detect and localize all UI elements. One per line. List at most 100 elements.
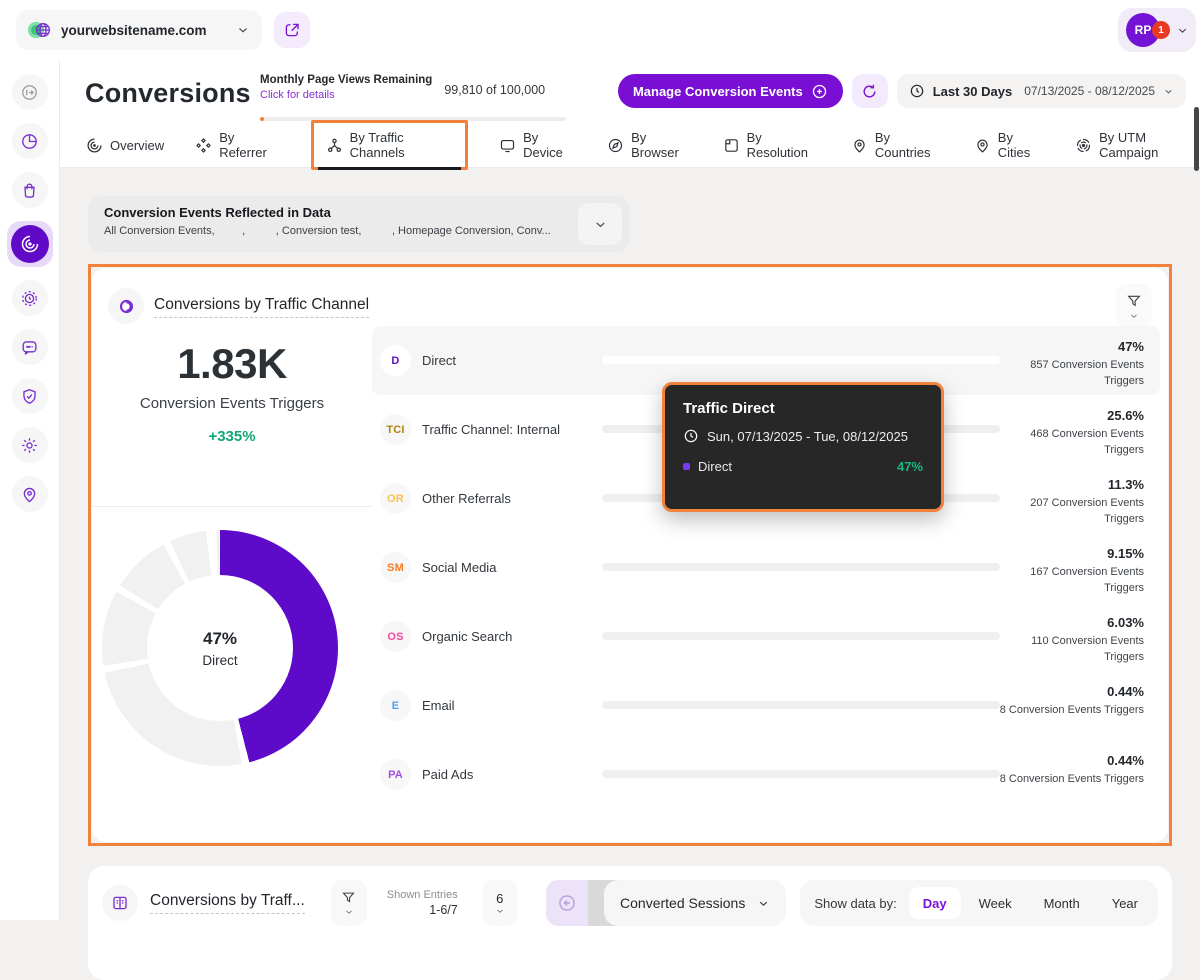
summary-stats: 1.83K Conversion Events Triggers +335% bbox=[92, 340, 372, 445]
granularity-week[interactable]: Week bbox=[965, 887, 1026, 919]
total-label: Conversion Events Triggers bbox=[92, 395, 372, 412]
channel-row-paid-ads[interactable]: PA Paid Ads 0.44% 8 Conversion Events Tr… bbox=[372, 740, 1160, 809]
sidebar-item-session-recordings[interactable] bbox=[12, 280, 48, 316]
channel-row-social-media[interactable]: SM Social Media 9.15% 167 Conversion Eve… bbox=[372, 533, 1160, 602]
manage-conversion-events-button[interactable]: Manage Conversion Events bbox=[618, 74, 843, 108]
sidebar-item-dashboard[interactable] bbox=[12, 123, 48, 159]
tab-by-traffic-channels[interactable]: By Traffic Channels bbox=[326, 130, 453, 160]
chevron-down-icon bbox=[495, 906, 505, 916]
granularity-month[interactable]: Month bbox=[1030, 887, 1094, 919]
banner-subtitle: All Conversion Events, , , Conversion te… bbox=[104, 225, 551, 237]
device-icon bbox=[499, 137, 516, 154]
collapse-icon bbox=[20, 83, 39, 102]
tab-by-referrer[interactable]: By Referrer bbox=[195, 130, 279, 160]
date-range-label: Last 30 Days bbox=[933, 84, 1013, 99]
donut-chart-icon bbox=[108, 288, 144, 324]
mpv-value: 99,810 of 100,000 bbox=[444, 83, 545, 101]
notification-badge: 1 bbox=[1152, 21, 1170, 39]
chevron-down-icon bbox=[1129, 311, 1139, 321]
channel-badge: OS bbox=[380, 621, 411, 652]
sidebar-item-ecommerce[interactable] bbox=[12, 172, 48, 208]
metric-select[interactable]: Converted Sessions bbox=[604, 880, 786, 926]
sidebar-item-settings[interactable] bbox=[12, 427, 48, 463]
mpv-label: Monthly Page Views Remaining bbox=[260, 74, 432, 86]
tooltip-series-label: Direct bbox=[698, 459, 732, 474]
chevron-down-icon bbox=[757, 897, 770, 910]
arrow-left-circle-icon bbox=[557, 893, 577, 913]
sidebar-item-conversions[interactable] bbox=[7, 221, 53, 267]
chevron-down-icon bbox=[236, 23, 250, 37]
chevron-down-icon bbox=[1163, 86, 1174, 97]
prev-page-button[interactable] bbox=[546, 880, 588, 926]
channel-label: Email bbox=[422, 698, 455, 713]
external-link-icon bbox=[283, 21, 301, 39]
conversions-table-card: Conversions by Traff... Shown Entries 1-… bbox=[88, 866, 1172, 980]
referrer-icon bbox=[195, 137, 212, 154]
user-menu[interactable]: RP 1 bbox=[1118, 8, 1196, 52]
tab-by-browser[interactable]: By Browser bbox=[607, 130, 691, 160]
channel-badge: D bbox=[380, 345, 411, 376]
tooltip-series-row: Direct 47% bbox=[683, 459, 923, 474]
table-filter-button[interactable] bbox=[331, 880, 367, 926]
refresh-button[interactable] bbox=[852, 74, 888, 108]
banner-expand-button[interactable] bbox=[578, 203, 622, 245]
page-size-select[interactable]: 6 bbox=[482, 880, 518, 926]
tab-overview[interactable]: Overview bbox=[86, 137, 164, 154]
scrollbar-thumb[interactable] bbox=[1194, 107, 1199, 171]
browser-icon bbox=[607, 137, 624, 154]
granularity-day[interactable]: Day bbox=[909, 887, 961, 919]
channel-row-organic-search[interactable]: OS Organic Search 6.03% 110 Conversion E… bbox=[372, 602, 1160, 671]
channel-stats: 9.15% 167 Conversion Events Triggers bbox=[994, 545, 1144, 596]
channel-stats: 0.44% 8 Conversion Events Triggers bbox=[994, 752, 1144, 788]
channel-stats: 0.44% 8 Conversion Events Triggers bbox=[994, 683, 1144, 719]
mpv-details-link[interactable]: Click for details bbox=[260, 89, 432, 101]
channel-label: Other Referrals bbox=[422, 491, 511, 506]
date-range-value: 07/13/2025 - 08/12/2025 bbox=[1024, 84, 1155, 98]
channel-badge: OR bbox=[380, 483, 411, 514]
chart-filter-button[interactable] bbox=[1116, 284, 1152, 330]
map-pin-icon bbox=[20, 485, 39, 504]
divider bbox=[92, 506, 372, 507]
funnel-icon bbox=[341, 890, 356, 905]
open-website-button[interactable] bbox=[274, 12, 310, 48]
page-title: Conversions bbox=[85, 78, 251, 109]
tab-by-cities[interactable]: By Cities bbox=[974, 130, 1044, 160]
refresh-icon bbox=[861, 83, 878, 100]
website-favicon-icon bbox=[28, 20, 52, 40]
conversion-events-banner: Conversion Events Reflected in Data All … bbox=[88, 196, 630, 252]
shield-check-icon bbox=[20, 387, 39, 406]
clock-icon bbox=[683, 428, 699, 444]
channel-row-email[interactable]: E Email 0.44% 8 Conversion Events Trigge… bbox=[372, 671, 1160, 740]
overview-icon bbox=[86, 137, 103, 154]
monthly-page-views: Monthly Page Views Remaining Click for d… bbox=[260, 74, 545, 101]
sidebar-item-locations[interactable] bbox=[12, 476, 48, 512]
channel-bar bbox=[602, 770, 1000, 778]
channel-bar bbox=[602, 563, 1000, 571]
table-icon bbox=[102, 885, 138, 921]
tab-by-resolution[interactable]: By Resolution bbox=[723, 130, 820, 160]
channel-label: Traffic Channel: Internal bbox=[422, 422, 560, 437]
chevron-down-icon bbox=[1176, 24, 1189, 37]
utm-target-icon bbox=[1075, 137, 1092, 154]
tab-by-utm-campaign[interactable]: By UTM Campaign bbox=[1075, 130, 1200, 160]
tab-by-countries[interactable]: By Countries bbox=[851, 130, 943, 160]
annotation-rect-chart-card: Conversions by Traffic Channel 1.83K Con… bbox=[88, 264, 1172, 846]
show-data-by-label: Show data by: bbox=[814, 896, 896, 911]
channel-badge: TCI bbox=[380, 414, 411, 445]
channel-bar bbox=[602, 632, 1000, 640]
change-percent: +335% bbox=[92, 428, 372, 445]
donut-chart[interactable]: 47% Direct bbox=[102, 530, 338, 766]
conversions-by-traffic-channel-card: Conversions by Traffic Channel 1.83K Con… bbox=[92, 268, 1168, 842]
granularity-year[interactable]: Year bbox=[1098, 887, 1152, 919]
sidebar-item-privacy[interactable] bbox=[12, 378, 48, 414]
channel-bar bbox=[602, 701, 1000, 709]
sidebar-collapse-button[interactable] bbox=[12, 74, 48, 110]
sidebar-item-feedback[interactable] bbox=[12, 329, 48, 365]
clock-icon bbox=[909, 83, 925, 99]
channel-label: Paid Ads bbox=[422, 767, 473, 782]
date-range-picker[interactable]: Last 30 Days 07/13/2025 - 08/12/2025 bbox=[897, 74, 1186, 108]
total-conversions: 1.83K bbox=[92, 340, 372, 388]
website-selector[interactable]: yourwebsitename.com bbox=[16, 10, 262, 50]
channel-stats: 47% 857 Conversion Events Triggers bbox=[994, 338, 1144, 389]
tab-by-device[interactable]: By Device bbox=[499, 130, 576, 160]
